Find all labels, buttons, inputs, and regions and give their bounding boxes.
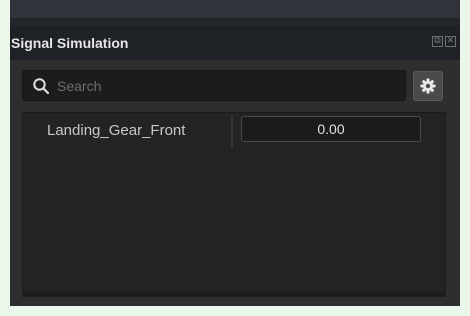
gear-icon bbox=[420, 78, 436, 94]
top-separator bbox=[10, 18, 460, 26]
top-toolbar-strip bbox=[10, 0, 460, 18]
panel-title: Signal Simulation bbox=[11, 35, 129, 51]
panel-body: Landing_Gear_Front 0.00 bbox=[10, 60, 460, 306]
restore-icon[interactable]: ⧉ bbox=[432, 36, 443, 47]
list-bottom-edge bbox=[22, 294, 446, 297]
signal-value-field[interactable]: 0.00 bbox=[241, 116, 421, 142]
column-divider[interactable] bbox=[231, 115, 233, 149]
window-controls: ⧉ ✕ bbox=[432, 36, 456, 47]
signal-name: Landing_Gear_Front bbox=[47, 122, 186, 139]
search-box[interactable] bbox=[22, 70, 406, 101]
search-icon bbox=[33, 78, 50, 95]
signal-list: Landing_Gear_Front 0.00 bbox=[22, 112, 446, 294]
close-icon[interactable]: ✕ bbox=[445, 36, 456, 47]
settings-button[interactable] bbox=[413, 71, 443, 101]
signal-simulation-window: Signal Simulation ⧉ ✕ Search Landing_Gea… bbox=[10, 0, 460, 306]
search-input[interactable] bbox=[57, 75, 387, 97]
panel-title-bar[interactable]: Signal Simulation ⧉ ✕ bbox=[10, 26, 460, 60]
list-item: Landing_Gear_Front 0.00 bbox=[23, 113, 445, 151]
